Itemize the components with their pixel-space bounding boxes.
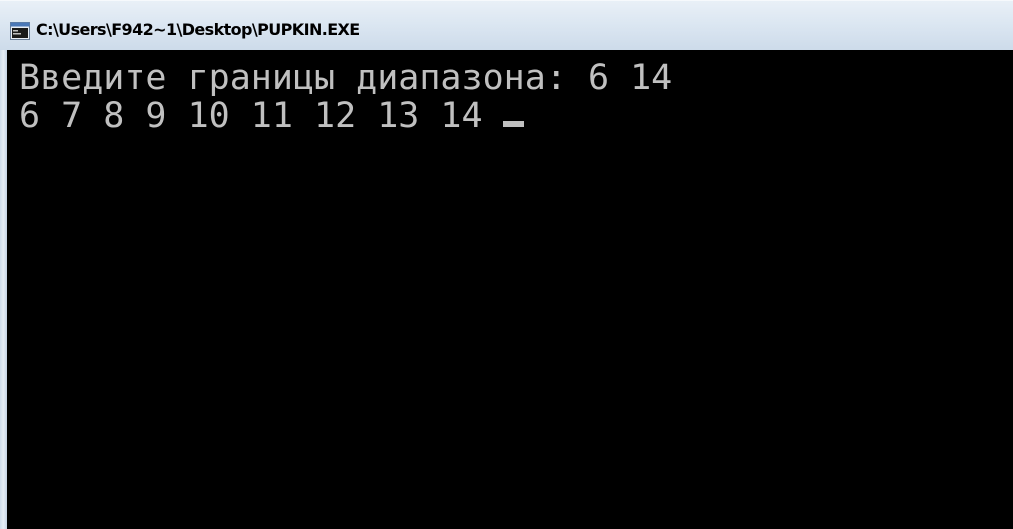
console-output-area[interactable]: Введите границы диапазона: 6 14 6 7 8 9 … bbox=[7, 50, 1013, 529]
console-output-text: 6 7 8 9 10 11 12 13 14 bbox=[19, 96, 483, 136]
window-title: C:\Users\F942~1\Desktop\PUPKIN.EXE bbox=[36, 20, 360, 39]
console-output-line: 6 7 8 9 10 11 12 13 14 bbox=[19, 96, 524, 136]
console-prompt-text: Введите границы диапазона: 6 14 bbox=[19, 58, 673, 98]
console-app-icon[interactable] bbox=[10, 22, 30, 40]
title-bar[interactable]: C:\Users\F942~1\Desktop\PUPKIN.EXE bbox=[0, 0, 1013, 50]
text-cursor bbox=[502, 121, 524, 127]
window-left-frame bbox=[0, 0, 7, 529]
console-window: C:\Users\F942~1\Desktop\PUPKIN.EXE Введи… bbox=[0, 0, 1013, 529]
console-prompt-line: Введите границы диапазона: 6 14 bbox=[19, 58, 672, 98]
